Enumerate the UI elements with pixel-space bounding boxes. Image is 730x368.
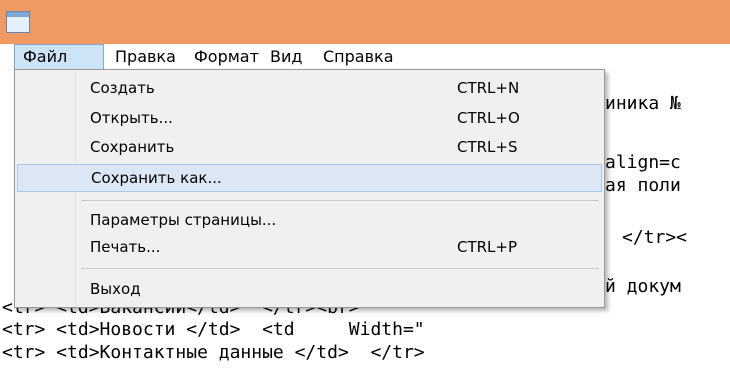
menu-item-print[interactable]: Печать... CTRL+P: [17, 233, 602, 261]
menu-help[interactable]: Справка: [315, 44, 402, 70]
menu-item-label: Создать: [90, 79, 155, 97]
title-bar: [0, 0, 730, 44]
menu-item-label: Выход: [90, 280, 141, 298]
menu-bar: Файл Правка Формат Вид Справка: [0, 44, 730, 70]
editor-line: иника №: [605, 93, 681, 114]
menu-item-save-as[interactable]: Сохранить как...: [17, 164, 602, 192]
menu-item-save[interactable]: Сохранить CTRL+S: [17, 133, 602, 161]
menu-item-open[interactable]: Открыть... CTRL+O: [17, 104, 602, 132]
menu-separator: [81, 268, 599, 269]
menu-edit[interactable]: Правка: [107, 44, 184, 70]
menu-item-label: Параметры страницы...: [90, 211, 277, 229]
menu-item-exit[interactable]: Выход: [17, 275, 602, 303]
editor-line: <tr> <td>Контактные данные </td> </tr>: [2, 342, 425, 363]
editor-line: align=c: [605, 152, 681, 173]
menu-item-label: Сохранить как...: [91, 169, 222, 187]
menu-item-label: Сохранить: [90, 138, 175, 156]
menu-format[interactable]: Формат: [186, 44, 267, 70]
menu-item-shortcut: CTRL+O: [457, 109, 520, 127]
editor-line: <tr> <td>Новости </td> <td Width=": [2, 319, 425, 340]
file-menu-dropdown: Создать CTRL+N Открыть... CTRL+O Сохрани…: [14, 69, 605, 308]
menu-item-label: Печать...: [90, 238, 161, 256]
editor-line: </tr><: [622, 227, 688, 248]
menu-item-page-setup[interactable]: Параметры страницы...: [17, 206, 602, 234]
notepad-app-icon[interactable]: [6, 11, 30, 33]
menu-view[interactable]: Вид: [262, 44, 310, 70]
editor-line: й докум: [605, 276, 681, 297]
menu-separator: [81, 200, 599, 201]
editor-line: ая поли: [605, 175, 681, 196]
menu-item-shortcut: CTRL+S: [457, 138, 518, 156]
menu-item-shortcut: CTRL+N: [457, 79, 520, 97]
menu-item-new[interactable]: Создать CTRL+N: [17, 74, 602, 102]
menu-item-label: Открыть...: [90, 109, 173, 127]
menu-file[interactable]: Файл: [14, 44, 104, 70]
menu-item-shortcut: CTRL+P: [457, 238, 518, 256]
